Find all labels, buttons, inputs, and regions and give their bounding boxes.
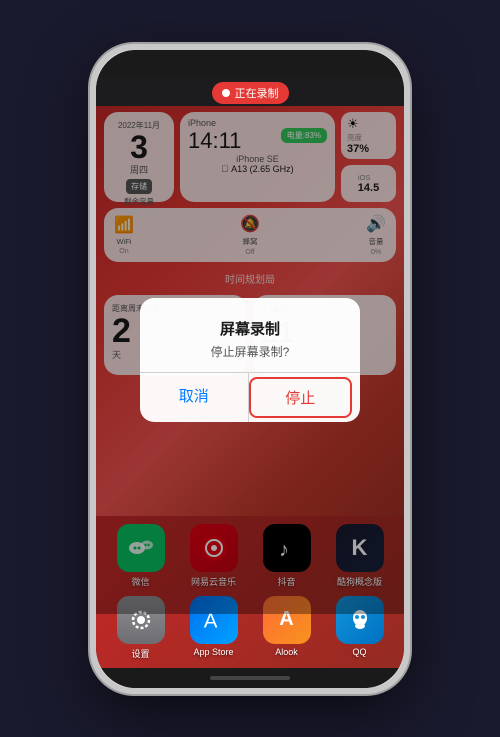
volume-up-button[interactable]	[90, 188, 92, 238]
phone-screen: 正在录制 2022年11月 3 周四 存储 剩余容量 34.60 GB	[96, 50, 404, 688]
dialog-title: 屏幕录制	[156, 318, 344, 339]
notch	[200, 50, 300, 72]
appstore-label: App Store	[193, 647, 233, 657]
settings-label: 设置	[131, 647, 149, 660]
recording-dot-icon	[222, 89, 230, 97]
recording-indicator[interactable]: 正在录制	[212, 82, 289, 104]
recording-label: 正在录制	[235, 85, 279, 101]
wallpaper: 2022年11月 3 周四 存储 剩余容量 34.60 GB i	[96, 106, 404, 614]
dialog-subtitle: 停止屏幕录制?	[156, 343, 344, 360]
qq-label: QQ	[352, 647, 366, 657]
home-bar	[96, 668, 404, 688]
alook-label: Alook	[275, 647, 298, 657]
phone-frame: 正在录制 2022年11月 3 周四 存储 剩余容量 34.60 GB	[90, 44, 410, 694]
dialog-buttons: 取消 停止	[140, 372, 360, 422]
dialog-overlay: 屏幕录制 停止屏幕录制? 取消 停止	[96, 106, 404, 614]
volume-down-button[interactable]	[90, 248, 92, 298]
dialog-content: 屏幕录制 停止屏幕录制?	[140, 298, 360, 372]
notch-area	[96, 50, 404, 78]
volume-mute-button[interactable]	[90, 150, 92, 178]
stop-button[interactable]: 停止	[249, 377, 353, 418]
cancel-button[interactable]: 取消	[140, 373, 249, 422]
stop-recording-dialog: 屏幕录制 停止屏幕录制? 取消 停止	[140, 298, 360, 422]
home-indicator	[210, 676, 290, 680]
recording-bar: 正在录制	[96, 78, 404, 106]
power-button[interactable]	[408, 200, 410, 270]
